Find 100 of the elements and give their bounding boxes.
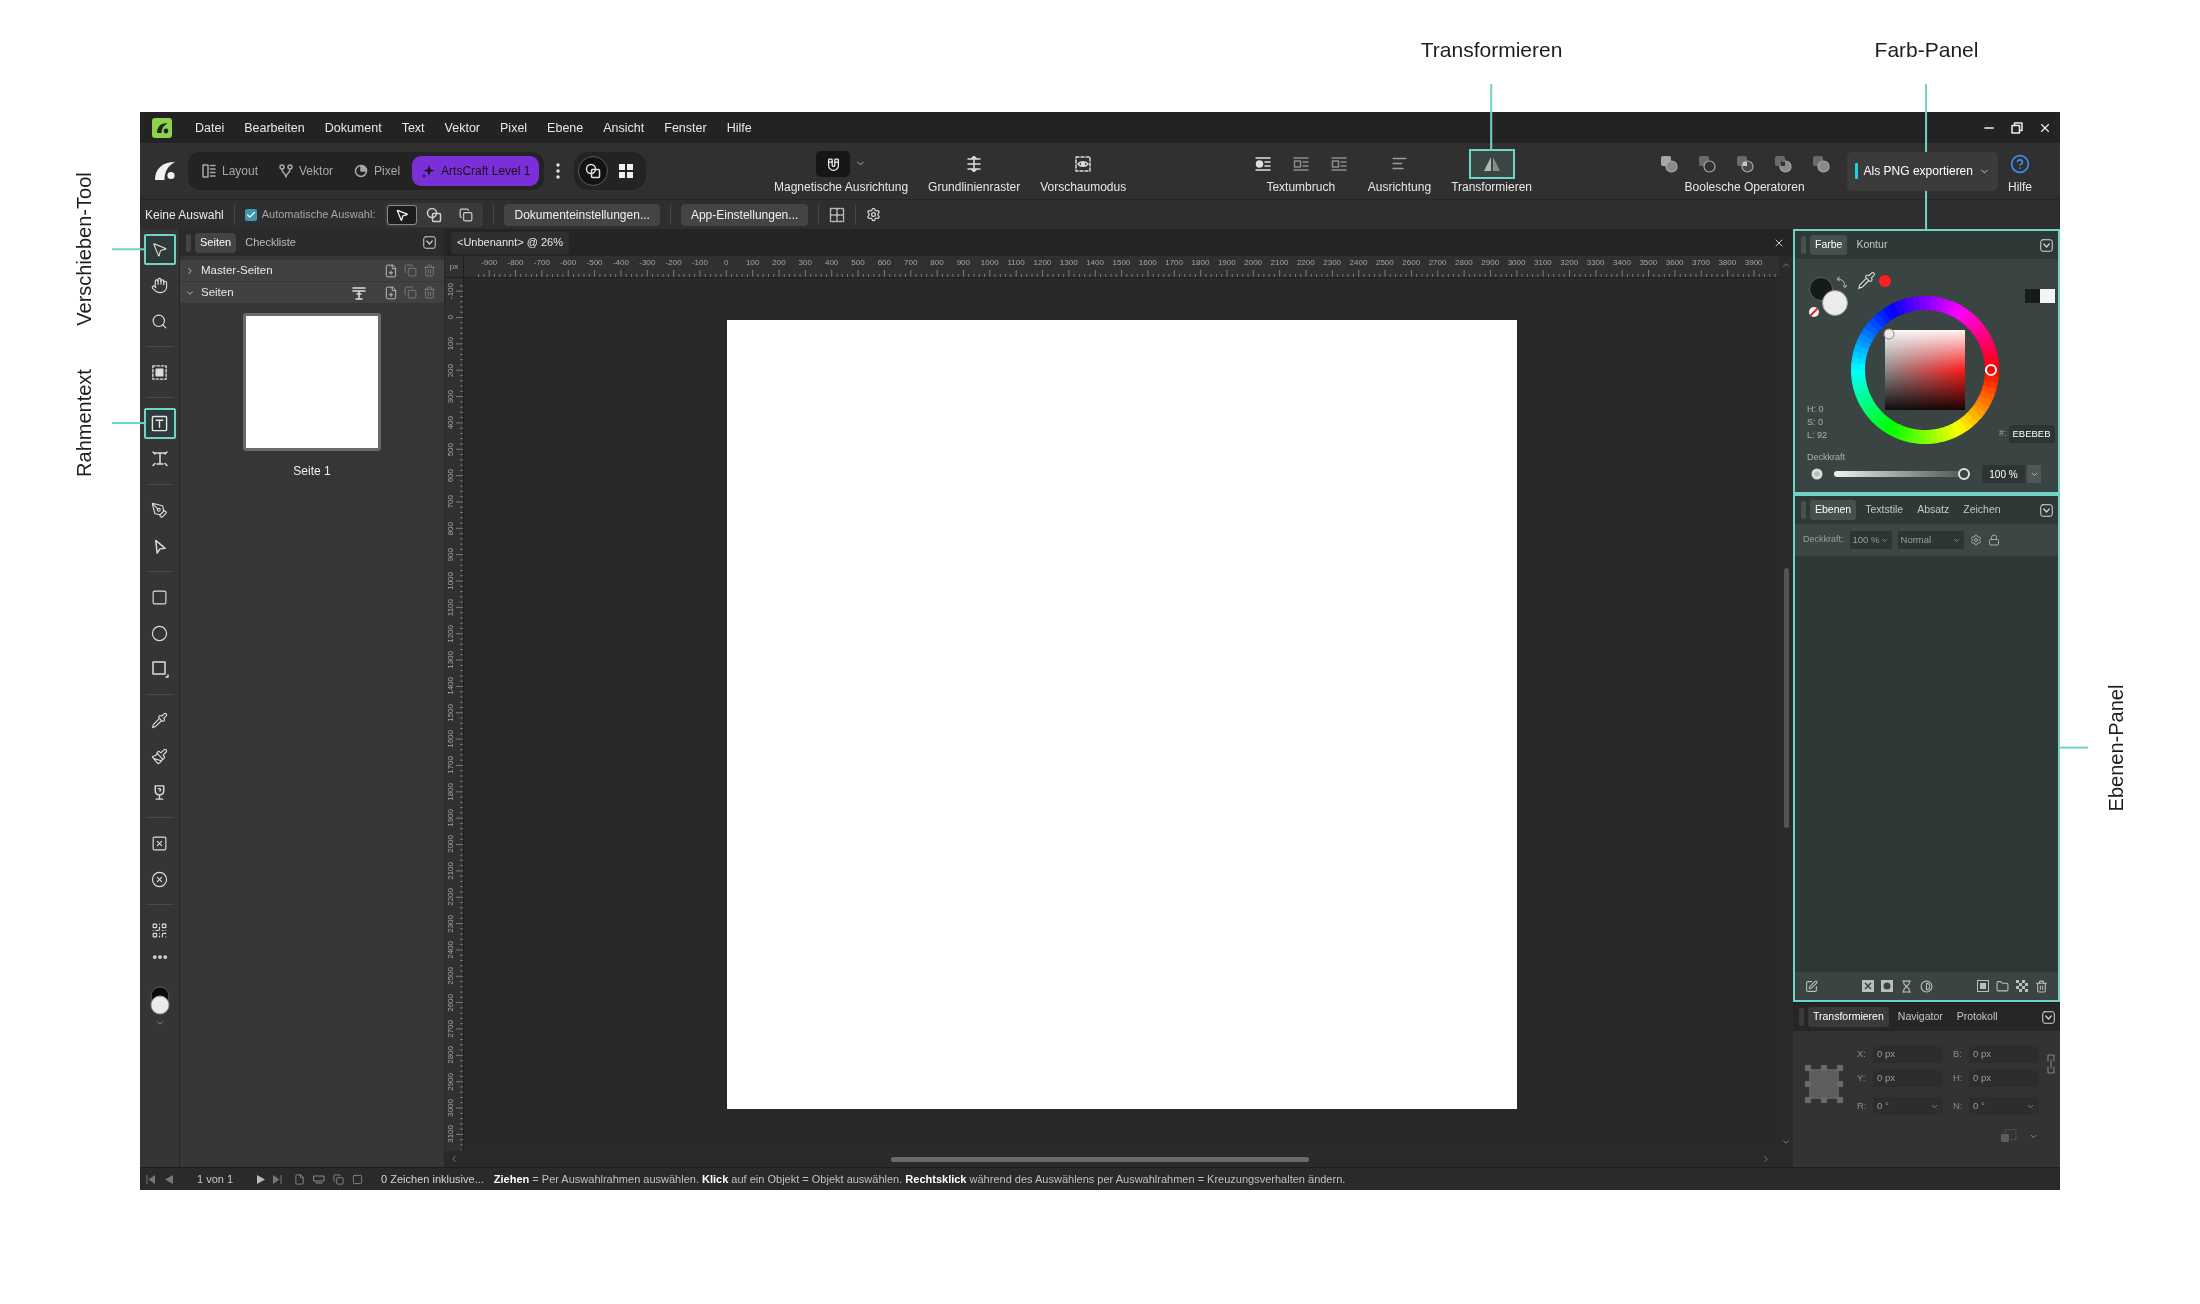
vector-nodes-icon[interactable]	[279, 164, 294, 178]
edit-icon[interactable]	[1805, 979, 1818, 993]
drag-handle[interactable]	[1801, 501, 1806, 519]
panel-tab[interactable]: Kontur	[1851, 235, 1893, 255]
panel-tab[interactable]: Checkliste	[240, 232, 301, 253]
xor-shapes-icon[interactable]	[1773, 154, 1792, 173]
brush-icon[interactable]	[151, 747, 168, 765]
square-icon[interactable]	[352, 1173, 364, 1185]
rectangle-icon[interactable]	[151, 588, 168, 606]
tool-button[interactable]	[143, 233, 176, 265]
panel-tab[interactable]: Seiten	[195, 232, 237, 253]
subtract-shapes-icon[interactable]	[1697, 154, 1716, 173]
selection-mode-button[interactable]	[387, 204, 418, 225]
menu-item[interactable]: Pixel	[491, 119, 537, 136]
guides-grid-icon[interactable]	[829, 206, 846, 223]
add-page-icon[interactable]	[384, 263, 398, 278]
menu-item[interactable]: Ansicht	[594, 119, 654, 136]
contrast-icon[interactable]	[1920, 979, 1933, 993]
crossed-box-icon[interactable]	[1862, 980, 1874, 992]
eyedropper-icon[interactable]	[1857, 271, 1876, 290]
fill-stroke-icon[interactable]	[1807, 275, 1851, 319]
menu-item[interactable]: Hilfe	[717, 119, 761, 136]
next-page-icon[interactable]	[257, 1174, 266, 1184]
menu-item[interactable]: Vektor	[435, 119, 489, 136]
square-corner-icon[interactable]	[150, 660, 169, 678]
scroll-left-icon[interactable]	[449, 1154, 459, 1164]
scroll-right-icon[interactable]	[1761, 1154, 1771, 1164]
more-options-icon[interactable]	[556, 163, 561, 179]
mirror-triangles-icon[interactable]	[1482, 155, 1501, 172]
nested-square-icon[interactable]	[1977, 980, 1989, 992]
menu-item[interactable]: Bearbeiten	[235, 119, 314, 136]
previous-page-icon[interactable]	[165, 1174, 173, 1184]
last-page-icon[interactable]	[273, 1174, 283, 1184]
transform-button[interactable]	[1468, 148, 1515, 179]
text-tool-icon[interactable]	[150, 450, 169, 468]
panel-tab[interactable]: Textstile	[1860, 500, 1909, 520]
drag-handle[interactable]	[1801, 236, 1806, 254]
caret-icon[interactable]	[154, 1018, 165, 1028]
chevron-right-icon[interactable]	[185, 265, 195, 276]
pages-icon[interactable]	[333, 1173, 345, 1185]
panel-tab[interactable]: Farbe	[1810, 235, 1848, 255]
baseline-grid-icon[interactable]	[965, 154, 984, 173]
page-icon[interactable]	[294, 1173, 306, 1185]
preview-icon[interactable]	[1074, 154, 1093, 173]
pen-icon[interactable]	[151, 501, 168, 519]
layout-icon[interactable]	[202, 164, 216, 178]
align-left-icon[interactable]	[1390, 155, 1408, 172]
page-thumbnail[interactable]	[243, 313, 381, 451]
color-wheel[interactable]	[1851, 296, 1999, 444]
checkbox[interactable]	[244, 208, 257, 221]
persona-tab[interactable]: Vektor	[270, 156, 343, 186]
qr-code-icon[interactable]	[151, 921, 168, 939]
help-icon[interactable]	[2010, 153, 2030, 174]
tool-button[interactable]	[143, 407, 176, 439]
menu-item[interactable]: Fenster	[655, 119, 716, 136]
panel-tab[interactable]: Ebenen	[1810, 500, 1857, 520]
slider-thumb[interactable]	[1958, 468, 1970, 480]
checkerboard-icon[interactable]	[2016, 980, 2028, 992]
first-page-icon[interactable]	[146, 1174, 155, 1184]
selection-box-icon[interactable]	[151, 363, 168, 381]
panel-menu-chevron-icon[interactable]	[2040, 503, 2053, 517]
circle-in-square-icon[interactable]	[1881, 980, 1893, 992]
intersect-shapes-icon[interactable]	[1735, 154, 1754, 173]
persona-tab[interactable]: Pixel	[345, 156, 410, 186]
export-button[interactable]: Als PNG exportieren	[1846, 151, 1998, 191]
hex-field[interactable]: EBEBEB	[2008, 425, 2055, 443]
text-wrap-icon[interactable]	[1253, 155, 1272, 172]
panel-tab[interactable]: Absatz	[1912, 500, 1955, 520]
panel-menu-chevron-icon[interactable]	[2040, 238, 2053, 252]
ellipse-icon[interactable]	[151, 624, 168, 642]
shapes-icon[interactable]	[585, 163, 602, 179]
add-shapes-icon[interactable]	[1659, 154, 1678, 173]
menu-item[interactable]: Datei	[186, 119, 234, 136]
shapes-icon[interactable]	[426, 206, 443, 223]
grid-icon[interactable]	[618, 163, 635, 179]
snapping-button[interactable]	[816, 150, 851, 177]
document-tab[interactable]: <Unbenannt> @ 26%	[451, 231, 569, 254]
swatch-icon[interactable]	[2024, 289, 2055, 303]
app-settings-button[interactable]: App-Einstellungen...	[680, 203, 809, 226]
panel-menu-chevron-icon[interactable]	[2042, 1010, 2055, 1024]
pointer-icon[interactable]	[151, 240, 168, 258]
hourglass-icon[interactable]	[1900, 979, 1913, 993]
persona-tab[interactable]: Layout	[193, 156, 268, 186]
mode-button[interactable]	[578, 156, 609, 186]
settings-icon[interactable]	[866, 207, 882, 222]
hand-icon[interactable]	[151, 276, 168, 294]
scroll-thumb[interactable]	[891, 1156, 1309, 1162]
monitor-icon[interactable]	[313, 1173, 326, 1185]
add-page-icon[interactable]	[384, 285, 398, 300]
menu-item[interactable]: Text	[392, 119, 434, 136]
divide-shapes-icon[interactable]	[1811, 154, 1830, 173]
menu-item[interactable]: Dokument	[315, 119, 391, 136]
opacity-field[interactable]: 100 %	[1982, 465, 2025, 483]
pie-circle-icon[interactable]	[354, 164, 369, 178]
eyedropper-icon[interactable]	[151, 711, 168, 729]
panel-menu-chevron-icon[interactable]	[423, 236, 436, 249]
restore-icon[interactable]	[2011, 121, 2023, 134]
color-swatches-icon[interactable]	[148, 986, 171, 1016]
scroll-thumb[interactable]	[1783, 568, 1789, 828]
opacity-slider[interactable]	[1834, 471, 1970, 477]
